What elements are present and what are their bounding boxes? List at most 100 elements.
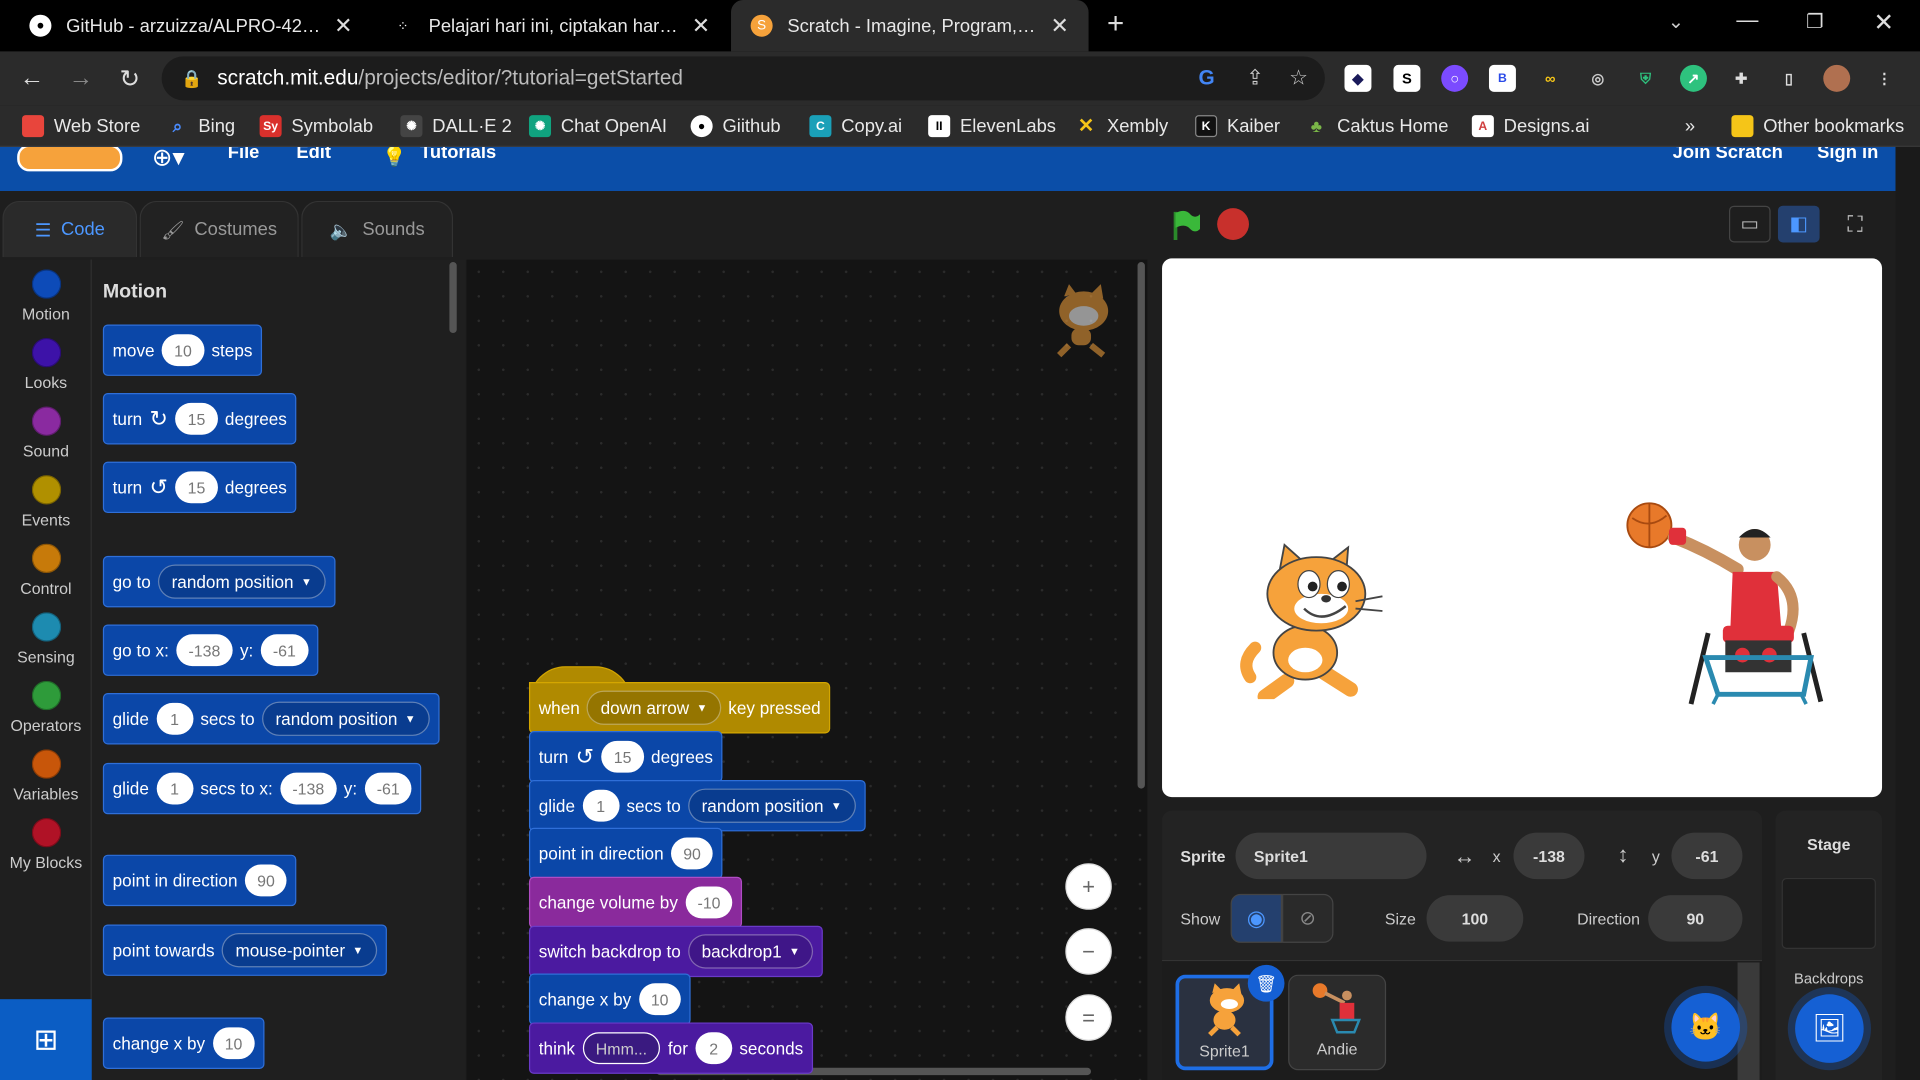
show-visible-button[interactable]: ◉ [1230,893,1283,943]
sign-in-link[interactable]: Sign in [1817,147,1878,163]
category-control[interactable]: Control [0,543,92,598]
category-variables[interactable]: Variables [0,749,92,803]
y-input[interactable]: -61 [260,634,309,667]
google-icon[interactable]: G [1198,66,1214,90]
change-input[interactable]: 10 [212,1027,255,1060]
volume-input[interactable]: -10 [685,886,733,919]
page-scrollbar[interactable] [1895,146,1920,1080]
forward-icon[interactable]: → [64,61,98,95]
block-point-in-direction[interactable]: point in direction 90 [102,854,297,907]
secs-input[interactable]: 1 [156,772,193,805]
block-point-towards[interactable]: point towards mouse-pointer ▼ [102,924,387,976]
seconds-input[interactable]: 2 [695,1032,733,1065]
block-glide-to[interactable]: glide 1 secs to random position ▼ [528,780,866,832]
block-turn-left[interactable]: turn ↺ 15 degrees [102,461,297,514]
join-scratch-link[interactable]: Join Scratch [1673,147,1783,163]
category-sound[interactable]: Sound [0,406,92,460]
bookmark-dalle[interactable]: ✺ DALL·E 2 [400,113,512,140]
key-dropdown[interactable]: down arrow ▼ [587,690,721,725]
target-dropdown[interactable]: random position ▼ [688,788,856,823]
steps-input[interactable]: 10 [161,334,205,367]
category-sensing[interactable]: Sensing [0,612,92,666]
block-move-steps[interactable]: move 10 steps [102,324,263,376]
browser-tab-scratch[interactable]: S Scratch - Imagine, Program, Shar ✕ [731,0,1089,52]
tab-search-icon[interactable]: ⌄ [1668,10,1684,34]
block-change-x[interactable]: change x by 10 [528,973,691,1025]
bookmark-designs-ai[interactable]: A Designs.ai [1471,113,1589,140]
side-panel-icon[interactable]: ▯ [1776,65,1803,92]
sprite-thumb-andie[interactable]: Andie [1288,974,1387,1071]
choose-sprite-button[interactable]: 🐱 [1671,993,1741,1062]
bookmark-symbolab[interactable]: Sy Symbolab [259,113,373,140]
backdrop-dropdown[interactable]: backdrop1 ▼ [688,934,814,969]
y-input[interactable]: -61 [364,772,412,805]
reload-icon[interactable]: ↻ [113,61,147,95]
block-change-volume[interactable]: change volume by -10 [528,876,743,929]
more-bookmarks-button[interactable]: » [1685,113,1695,140]
degrees-input[interactable]: 15 [175,471,218,504]
block-switch-backdrop[interactable]: switch backdrop to backdrop1 ▼ [528,925,824,978]
category-operators[interactable]: Operators [0,680,92,735]
sprite-name-input[interactable]: Sprite1 [1235,832,1427,880]
extension-b-icon[interactable]: B [1488,64,1516,92]
restore-icon[interactable]: ❐ [1806,10,1824,34]
secs-input[interactable]: 1 [582,789,620,822]
block-point-in-direction[interactable]: point in direction 90 [528,827,723,880]
choose-backdrop-button[interactable]: 🖼 [1795,994,1864,1063]
size-input[interactable]: 100 [1426,895,1524,942]
category-looks[interactable]: Looks [0,337,92,392]
close-tab-icon[interactable]: ✕ [1050,13,1068,39]
block-go-to[interactable]: go to random position ▼ [102,555,336,608]
address-bar[interactable]: 🔒 scratch.mit.edu/projects/editor/?tutor… [161,56,1325,101]
target-dropdown[interactable]: mouse-pointer ▼ [221,933,377,968]
x-input[interactable]: -138 [280,772,337,805]
profile-avatar[interactable] [1823,64,1851,92]
y-position-input[interactable]: -61 [1671,832,1743,880]
extension-infinity-icon[interactable]: ∞ [1537,65,1564,92]
block-when-key-pressed[interactable]: when down arrow ▼ key pressed [528,682,831,734]
category-my-blocks[interactable]: My Blocks [0,817,92,872]
add-extension-button[interactable]: ⊞ [0,999,92,1080]
normal-stage-icon[interactable]: ◧ [1777,205,1820,243]
zoom-out-button[interactable]: − [1065,928,1112,975]
extensions-puzzle-icon[interactable]: ✚ [1728,65,1755,92]
close-tab-icon[interactable]: ✕ [692,13,710,39]
direction-input[interactable]: 90 [670,837,714,870]
bookmark-chat-openai[interactable]: ✺ Chat OpenAI [528,113,667,140]
browser-menu-icon[interactable]: ⋮ [1871,65,1898,92]
close-tab-icon[interactable]: ✕ [334,13,352,39]
show-hidden-button[interactable]: ⊘ [1282,893,1334,943]
direction-input[interactable]: 90 [244,864,288,897]
block-turn[interactable]: turn ↺ 15 degrees [528,731,723,783]
extension-shield-icon[interactable]: ⛨ [1632,65,1659,92]
scratch-logo[interactable] [17,146,123,172]
secs-input[interactable]: 1 [156,702,193,735]
extension-1-icon[interactable]: ◆ [1344,64,1372,92]
tab-costumes[interactable]: 🖌 Costumes [139,200,299,258]
category-events[interactable]: Events [0,475,92,529]
extension-s-icon[interactable]: S [1393,64,1421,92]
block-turn-right[interactable]: turn ↻ 15 degrees [102,393,297,445]
bookmark-kaiber[interactable]: K Kaiber [1195,113,1280,140]
tab-sounds[interactable]: 🔈 Sounds [301,200,454,258]
extension-glasses-icon[interactable]: ◎ [1584,65,1611,92]
fullscreen-icon[interactable]: ⛶ [1834,206,1876,243]
block-go-to-xy[interactable]: go to x: -138 y: -61 [102,624,318,676]
tab-code[interactable]: ☰ Code [2,200,138,258]
menu-file[interactable]: File [228,147,260,163]
x-position-input[interactable]: -138 [1513,832,1585,880]
other-bookmarks[interactable]: Other bookmarks [1731,113,1904,140]
menu-edit[interactable]: Edit [296,147,331,163]
bookmark-star-icon[interactable]: ☆ [1289,66,1308,90]
extension-green-icon[interactable]: ↗ [1680,64,1707,92]
palette-scrollbar[interactable] [449,262,457,334]
bookmark-caktus-home[interactable]: ♣ Caktus Home [1305,113,1449,140]
close-window-icon[interactable]: ✕ [1873,7,1894,38]
language-globe-icon[interactable]: ⊕▾ [152,147,185,173]
back-icon[interactable]: ← [15,61,49,95]
scratch-cat-sprite[interactable] [1238,540,1397,705]
block-think-for-seconds[interactable]: think Hmm... for 2 seconds [528,1022,814,1074]
degrees-input[interactable]: 15 [601,740,644,773]
browser-tab-pelajari[interactable]: ⁘ Pelajari hari ini, ciptakan hari eso ✕ [372,0,730,51]
block-glide-to-xy[interactable]: glide 1 secs to x: -138 y: -61 [102,762,422,815]
